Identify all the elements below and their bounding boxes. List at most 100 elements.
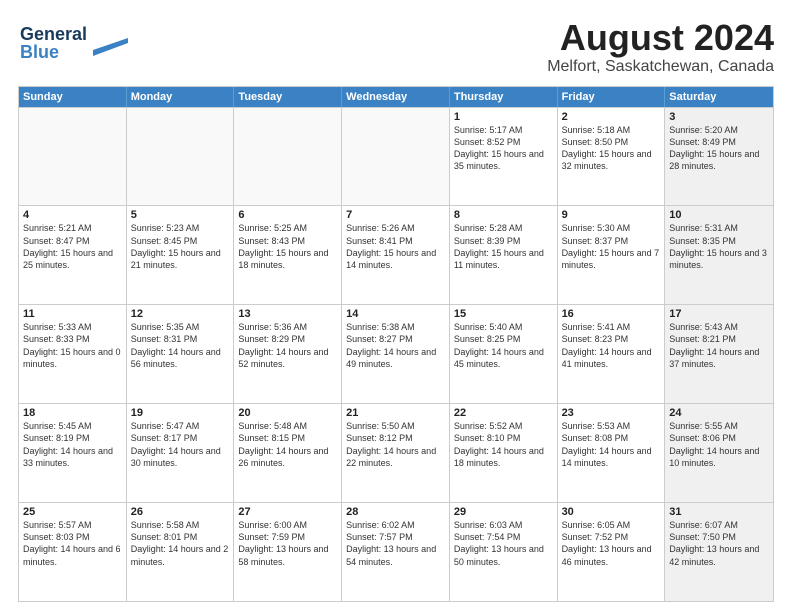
calendar-cell-3-5: 15Sunrise: 5:40 AMSunset: 8:25 PMDayligh… xyxy=(450,305,558,403)
calendar-cell-5-5: 29Sunrise: 6:03 AMSunset: 7:54 PMDayligh… xyxy=(450,503,558,601)
cell-details: Sunrise: 5:25 AMSunset: 8:43 PMDaylight:… xyxy=(238,222,337,271)
cell-details: Sunrise: 5:30 AMSunset: 8:37 PMDaylight:… xyxy=(562,222,661,271)
cell-details: Sunrise: 5:35 AMSunset: 8:31 PMDaylight:… xyxy=(131,321,230,370)
day-number: 21 xyxy=(346,407,445,419)
calendar-header: Sunday Monday Tuesday Wednesday Thursday… xyxy=(19,87,773,107)
calendar-cell-1-2 xyxy=(127,108,235,206)
cell-details: Sunrise: 5:23 AMSunset: 8:45 PMDaylight:… xyxy=(131,222,230,271)
cell-details: Sunrise: 6:05 AMSunset: 7:52 PMDaylight:… xyxy=(562,519,661,568)
calendar-cell-2-5: 8Sunrise: 5:28 AMSunset: 8:39 PMDaylight… xyxy=(450,206,558,304)
logo: General Blue xyxy=(18,18,128,68)
day-number: 1 xyxy=(454,111,553,123)
calendar-cell-2-2: 5Sunrise: 5:23 AMSunset: 8:45 PMDaylight… xyxy=(127,206,235,304)
calendar-cell-5-3: 27Sunrise: 6:00 AMSunset: 7:59 PMDayligh… xyxy=(234,503,342,601)
calendar-cell-2-3: 6Sunrise: 5:25 AMSunset: 8:43 PMDaylight… xyxy=(234,206,342,304)
calendar-cell-4-5: 22Sunrise: 5:52 AMSunset: 8:10 PMDayligh… xyxy=(450,404,558,502)
calendar-cell-1-5: 1Sunrise: 5:17 AMSunset: 8:52 PMDaylight… xyxy=(450,108,558,206)
day-number: 7 xyxy=(346,209,445,221)
calendar-cell-3-2: 12Sunrise: 5:35 AMSunset: 8:31 PMDayligh… xyxy=(127,305,235,403)
header-monday: Monday xyxy=(127,87,235,107)
cell-details: Sunrise: 5:45 AMSunset: 8:19 PMDaylight:… xyxy=(23,420,122,469)
calendar-cell-3-6: 16Sunrise: 5:41 AMSunset: 8:23 PMDayligh… xyxy=(558,305,666,403)
header-friday: Friday xyxy=(558,87,666,107)
cell-details: Sunrise: 5:38 AMSunset: 8:27 PMDaylight:… xyxy=(346,321,445,370)
calendar-cell-5-6: 30Sunrise: 6:05 AMSunset: 7:52 PMDayligh… xyxy=(558,503,666,601)
cell-details: Sunrise: 5:18 AMSunset: 8:50 PMDaylight:… xyxy=(562,124,661,173)
day-number: 13 xyxy=(238,308,337,320)
calendar-cell-4-4: 21Sunrise: 5:50 AMSunset: 8:12 PMDayligh… xyxy=(342,404,450,502)
day-number: 28 xyxy=(346,506,445,518)
calendar-cell-1-7: 3Sunrise: 5:20 AMSunset: 8:49 PMDaylight… xyxy=(665,108,773,206)
calendar-cell-5-4: 28Sunrise: 6:02 AMSunset: 7:57 PMDayligh… xyxy=(342,503,450,601)
calendar-week-3: 11Sunrise: 5:33 AMSunset: 8:33 PMDayligh… xyxy=(19,304,773,403)
cell-details: Sunrise: 5:47 AMSunset: 8:17 PMDaylight:… xyxy=(131,420,230,469)
day-number: 25 xyxy=(23,506,122,518)
day-number: 15 xyxy=(454,308,553,320)
cell-details: Sunrise: 5:41 AMSunset: 8:23 PMDaylight:… xyxy=(562,321,661,370)
calendar-cell-4-2: 19Sunrise: 5:47 AMSunset: 8:17 PMDayligh… xyxy=(127,404,235,502)
cell-details: Sunrise: 5:48 AMSunset: 8:15 PMDaylight:… xyxy=(238,420,337,469)
day-number: 27 xyxy=(238,506,337,518)
calendar-cell-5-2: 26Sunrise: 5:58 AMSunset: 8:01 PMDayligh… xyxy=(127,503,235,601)
day-number: 6 xyxy=(238,209,337,221)
cell-details: Sunrise: 5:55 AMSunset: 8:06 PMDaylight:… xyxy=(669,420,769,469)
calendar-cell-3-7: 17Sunrise: 5:43 AMSunset: 8:21 PMDayligh… xyxy=(665,305,773,403)
day-number: 19 xyxy=(131,407,230,419)
header-sunday: Sunday xyxy=(19,87,127,107)
calendar-cell-1-4 xyxy=(342,108,450,206)
calendar-cell-4-1: 18Sunrise: 5:45 AMSunset: 8:19 PMDayligh… xyxy=(19,404,127,502)
calendar-week-1: 1Sunrise: 5:17 AMSunset: 8:52 PMDaylight… xyxy=(19,107,773,206)
day-number: 10 xyxy=(669,209,769,221)
calendar-cell-2-7: 10Sunrise: 5:31 AMSunset: 8:35 PMDayligh… xyxy=(665,206,773,304)
calendar-cell-2-6: 9Sunrise: 5:30 AMSunset: 8:37 PMDaylight… xyxy=(558,206,666,304)
day-number: 3 xyxy=(669,111,769,123)
day-number: 17 xyxy=(669,308,769,320)
calendar-cell-1-1 xyxy=(19,108,127,206)
day-number: 4 xyxy=(23,209,122,221)
day-number: 8 xyxy=(454,209,553,221)
calendar-cell-3-3: 13Sunrise: 5:36 AMSunset: 8:29 PMDayligh… xyxy=(234,305,342,403)
cell-details: Sunrise: 5:36 AMSunset: 8:29 PMDaylight:… xyxy=(238,321,337,370)
calendar-cell-5-7: 31Sunrise: 6:07 AMSunset: 7:50 PMDayligh… xyxy=(665,503,773,601)
day-number: 23 xyxy=(562,407,661,419)
day-number: 26 xyxy=(131,506,230,518)
calendar-week-4: 18Sunrise: 5:45 AMSunset: 8:19 PMDayligh… xyxy=(19,403,773,502)
calendar-cell-4-7: 24Sunrise: 5:55 AMSunset: 8:06 PMDayligh… xyxy=(665,404,773,502)
day-number: 11 xyxy=(23,308,122,320)
cell-details: Sunrise: 5:17 AMSunset: 8:52 PMDaylight:… xyxy=(454,124,553,173)
day-number: 29 xyxy=(454,506,553,518)
calendar-cell-2-4: 7Sunrise: 5:26 AMSunset: 8:41 PMDaylight… xyxy=(342,206,450,304)
calendar-cell-4-6: 23Sunrise: 5:53 AMSunset: 8:08 PMDayligh… xyxy=(558,404,666,502)
main-title: August 2024 xyxy=(547,18,774,58)
page: General Blue August 2024 Melfort, Saskat… xyxy=(0,0,792,612)
cell-details: Sunrise: 5:43 AMSunset: 8:21 PMDaylight:… xyxy=(669,321,769,370)
day-number: 22 xyxy=(454,407,553,419)
cell-details: Sunrise: 5:20 AMSunset: 8:49 PMDaylight:… xyxy=(669,124,769,173)
calendar-week-2: 4Sunrise: 5:21 AMSunset: 8:47 PMDaylight… xyxy=(19,205,773,304)
cell-details: Sunrise: 5:53 AMSunset: 8:08 PMDaylight:… xyxy=(562,420,661,469)
cell-details: Sunrise: 5:57 AMSunset: 8:03 PMDaylight:… xyxy=(23,519,122,568)
cell-details: Sunrise: 5:33 AMSunset: 8:33 PMDaylight:… xyxy=(23,321,122,370)
cell-details: Sunrise: 5:21 AMSunset: 8:47 PMDaylight:… xyxy=(23,222,122,271)
cell-details: Sunrise: 6:07 AMSunset: 7:50 PMDaylight:… xyxy=(669,519,769,568)
header: General Blue August 2024 Melfort, Saskat… xyxy=(18,18,774,76)
day-number: 2 xyxy=(562,111,661,123)
calendar-cell-5-1: 25Sunrise: 5:57 AMSunset: 8:03 PMDayligh… xyxy=(19,503,127,601)
calendar-cell-2-1: 4Sunrise: 5:21 AMSunset: 8:47 PMDaylight… xyxy=(19,206,127,304)
logo-svg: General Blue xyxy=(18,18,128,68)
day-number: 18 xyxy=(23,407,122,419)
calendar-week-5: 25Sunrise: 5:57 AMSunset: 8:03 PMDayligh… xyxy=(19,502,773,601)
cell-details: Sunrise: 5:58 AMSunset: 8:01 PMDaylight:… xyxy=(131,519,230,568)
day-number: 14 xyxy=(346,308,445,320)
day-number: 24 xyxy=(669,407,769,419)
cell-details: Sunrise: 5:50 AMSunset: 8:12 PMDaylight:… xyxy=(346,420,445,469)
calendar-cell-4-3: 20Sunrise: 5:48 AMSunset: 8:15 PMDayligh… xyxy=(234,404,342,502)
calendar-cell-1-6: 2Sunrise: 5:18 AMSunset: 8:50 PMDaylight… xyxy=(558,108,666,206)
calendar-cell-1-3 xyxy=(234,108,342,206)
cell-details: Sunrise: 5:26 AMSunset: 8:41 PMDaylight:… xyxy=(346,222,445,271)
cell-details: Sunrise: 6:02 AMSunset: 7:57 PMDaylight:… xyxy=(346,519,445,568)
cell-details: Sunrise: 5:52 AMSunset: 8:10 PMDaylight:… xyxy=(454,420,553,469)
day-number: 30 xyxy=(562,506,661,518)
cell-details: Sunrise: 5:31 AMSunset: 8:35 PMDaylight:… xyxy=(669,222,769,271)
calendar-cell-3-4: 14Sunrise: 5:38 AMSunset: 8:27 PMDayligh… xyxy=(342,305,450,403)
